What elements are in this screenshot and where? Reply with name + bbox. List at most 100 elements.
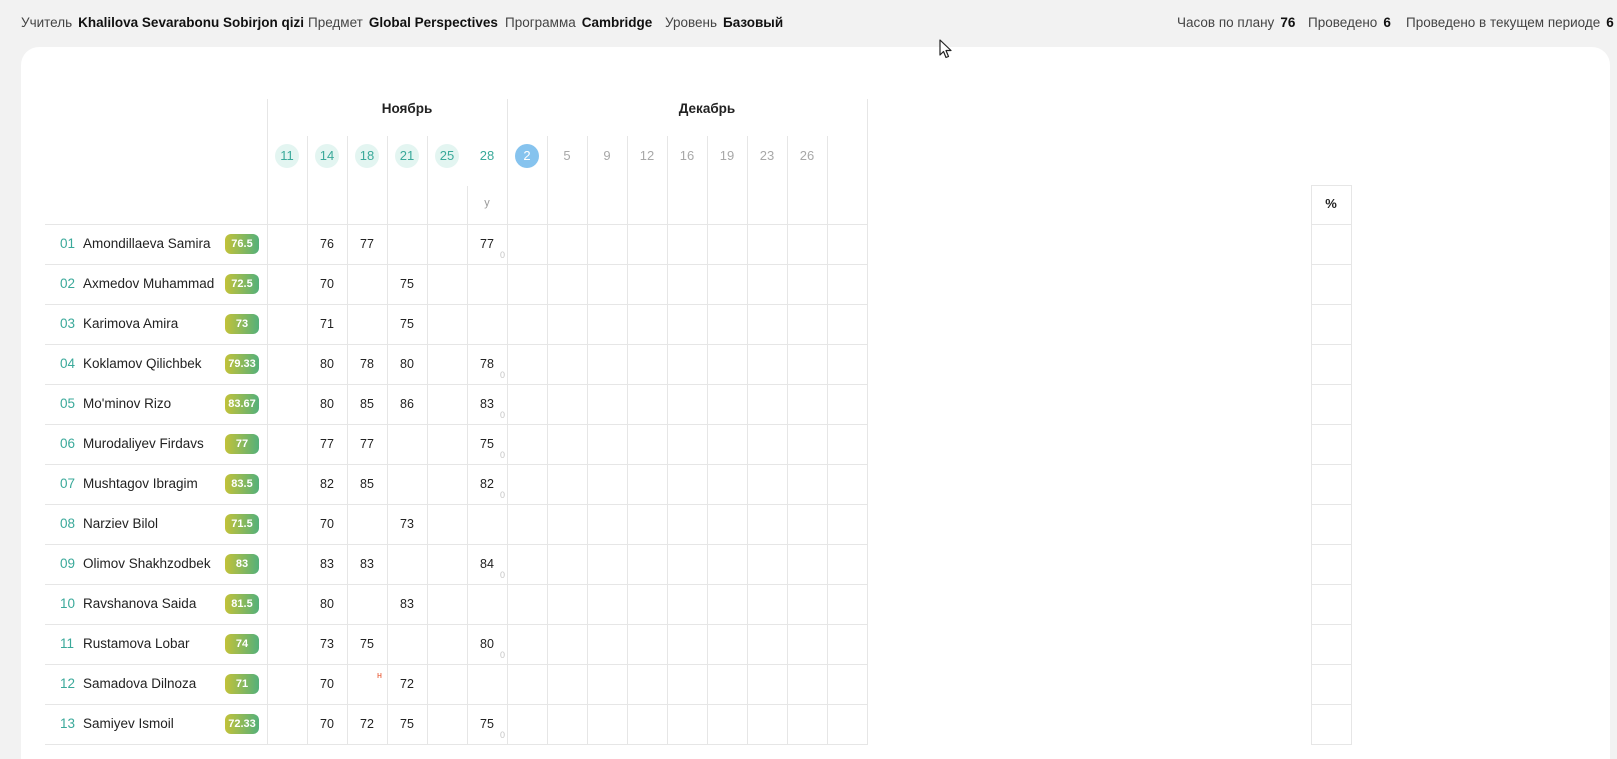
grade-cell[interactable]: 73 — [387, 517, 427, 531]
lesson-date[interactable]: 14 — [315, 144, 339, 168]
grid-row-line — [1311, 185, 1352, 186]
student-average-badge: 76.5 — [225, 234, 259, 254]
grade-cell[interactable]: 83 — [307, 557, 347, 571]
grid-row-line — [45, 464, 868, 465]
grade-cell[interactable]: 78 — [467, 357, 507, 371]
grade-cell[interactable]: 80 — [387, 357, 427, 371]
grid-column-line — [787, 136, 788, 744]
held-info: Проведено 6 — [1308, 15, 1391, 30]
grade-cell[interactable]: 76 — [307, 237, 347, 251]
grid-row-line — [1311, 424, 1352, 425]
grid-row-line — [1311, 264, 1352, 265]
grade-cell[interactable]: 77 — [347, 437, 387, 451]
student-name[interactable]: Samadova Dilnoza — [83, 676, 196, 691]
grade-subscript: 0 — [500, 250, 506, 260]
student-name[interactable]: Rustamova Lobar — [83, 636, 190, 651]
grid-row-line — [45, 424, 868, 425]
student-name[interactable]: Olimov Shakhzodbek — [83, 556, 211, 571]
student-name[interactable]: Murodaliyev Firdavs — [83, 436, 204, 451]
level-info: Уровень Базовый — [665, 15, 783, 30]
student-number: 04 — [60, 356, 76, 371]
grade-cell[interactable]: 70 — [307, 717, 347, 731]
lesson-date[interactable]: 25 — [435, 144, 459, 168]
student-name[interactable]: Samiyev Ismoil — [83, 716, 174, 731]
held-period-label: Проведено в текущем периоде — [1406, 15, 1601, 30]
grade-cell[interactable]: 82 — [467, 477, 507, 491]
grid-column-line — [667, 136, 668, 744]
grade-cell[interactable]: 70 — [307, 517, 347, 531]
student-average-badge: 83.67 — [225, 394, 259, 414]
grade-cell[interactable]: 77 — [347, 237, 387, 251]
absence-mark: н — [377, 670, 382, 680]
lesson-date[interactable]: 2 — [515, 144, 539, 168]
lesson-date[interactable]: 21 — [395, 144, 419, 168]
grade-subscript: 0 — [500, 410, 506, 420]
grade-cell[interactable]: 75 — [387, 277, 427, 291]
student-name[interactable]: Axmedov Muhammad — [83, 276, 214, 291]
month-header: Декабрь — [678, 101, 736, 116]
grade-cell[interactable]: 83 — [387, 597, 427, 611]
grade-cell[interactable]: 75 — [467, 717, 507, 731]
lesson-date[interactable]: 12 — [635, 144, 659, 168]
hours-info: Часов по плану 76 — [1177, 15, 1295, 30]
grade-cell[interactable]: 78 — [347, 357, 387, 371]
student-average-badge: 74 — [225, 634, 259, 654]
lesson-date[interactable]: 23 — [755, 144, 779, 168]
grade-cell[interactable]: 72 — [347, 717, 387, 731]
lesson-date[interactable]: 16 — [675, 144, 699, 168]
grade-cell[interactable]: 80 — [307, 357, 347, 371]
lesson-date[interactable]: 5 — [555, 144, 579, 168]
grade-cell[interactable]: 71 — [307, 317, 347, 331]
student-name[interactable]: Mo'minov Rizo — [83, 396, 171, 411]
subject-name: Global Perspectives — [368, 15, 498, 30]
student-number: 03 — [60, 316, 76, 331]
grade-cell[interactable]: 82 — [307, 477, 347, 491]
level-label: Уровень — [665, 15, 718, 30]
grade-cell[interactable]: 73 — [307, 637, 347, 651]
grade-cell[interactable]: 75 — [467, 437, 507, 451]
grid-row-line — [1311, 664, 1352, 665]
grade-cell[interactable]: 80 — [307, 397, 347, 411]
lesson-type-label: у — [484, 197, 490, 209]
lesson-date[interactable]: 19 — [715, 144, 739, 168]
grade-cell[interactable]: 83 — [347, 557, 387, 571]
grade-cell[interactable]: 84 — [467, 557, 507, 571]
teacher-info: Учитель Khalilova Sevarabonu Sobirjon qiz… — [21, 15, 304, 30]
hours-value: 76 — [1280, 15, 1296, 30]
student-average-badge: 71.5 — [225, 514, 259, 534]
grade-cell[interactable]: 75 — [387, 717, 427, 731]
grade-cell[interactable]: 77 — [307, 437, 347, 451]
grid-column-line — [267, 99, 268, 744]
grid-column-line — [587, 136, 588, 744]
grid-row-line — [1311, 744, 1352, 745]
grid-column-line — [627, 136, 628, 744]
grade-cell[interactable]: 77 — [467, 237, 507, 251]
student-name[interactable]: Koklamov Qilichbek — [83, 356, 202, 371]
grade-cell[interactable]: 70 — [307, 277, 347, 291]
student-name[interactable]: Karimova Amira — [83, 316, 178, 331]
lesson-date[interactable]: 18 — [355, 144, 379, 168]
student-name[interactable]: Amondillaeva Samira — [83, 236, 211, 251]
grade-cell[interactable]: 70 — [307, 677, 347, 691]
lesson-date[interactable]: 26 — [795, 144, 819, 168]
grade-cell[interactable]: 83 — [467, 397, 507, 411]
student-average-badge: 77 — [225, 434, 259, 454]
lesson-date[interactable]: 11 — [275, 144, 299, 168]
grade-cell[interactable]: 85 — [347, 397, 387, 411]
lesson-date[interactable]: 9 — [595, 144, 619, 168]
lesson-date[interactable]: 28 — [475, 144, 499, 168]
student-number: 09 — [60, 556, 76, 571]
grade-cell[interactable]: 80 — [467, 637, 507, 651]
student-name[interactable]: Narziev Bilol — [83, 516, 158, 531]
grade-cell[interactable]: 80 — [307, 597, 347, 611]
grid-row-line — [1311, 344, 1352, 345]
grade-cell[interactable]: 85 — [347, 477, 387, 491]
grade-cell[interactable]: 72 — [387, 677, 427, 691]
grade-cell[interactable]: 86 — [387, 397, 427, 411]
grade-cell[interactable]: 75 — [387, 317, 427, 331]
student-name[interactable]: Ravshanova Saida — [83, 596, 196, 611]
student-number: 11 — [60, 636, 75, 651]
grid-row-line — [45, 584, 868, 585]
student-name[interactable]: Mushtagov Ibragim — [83, 476, 198, 491]
grade-cell[interactable]: 75 — [347, 637, 387, 651]
